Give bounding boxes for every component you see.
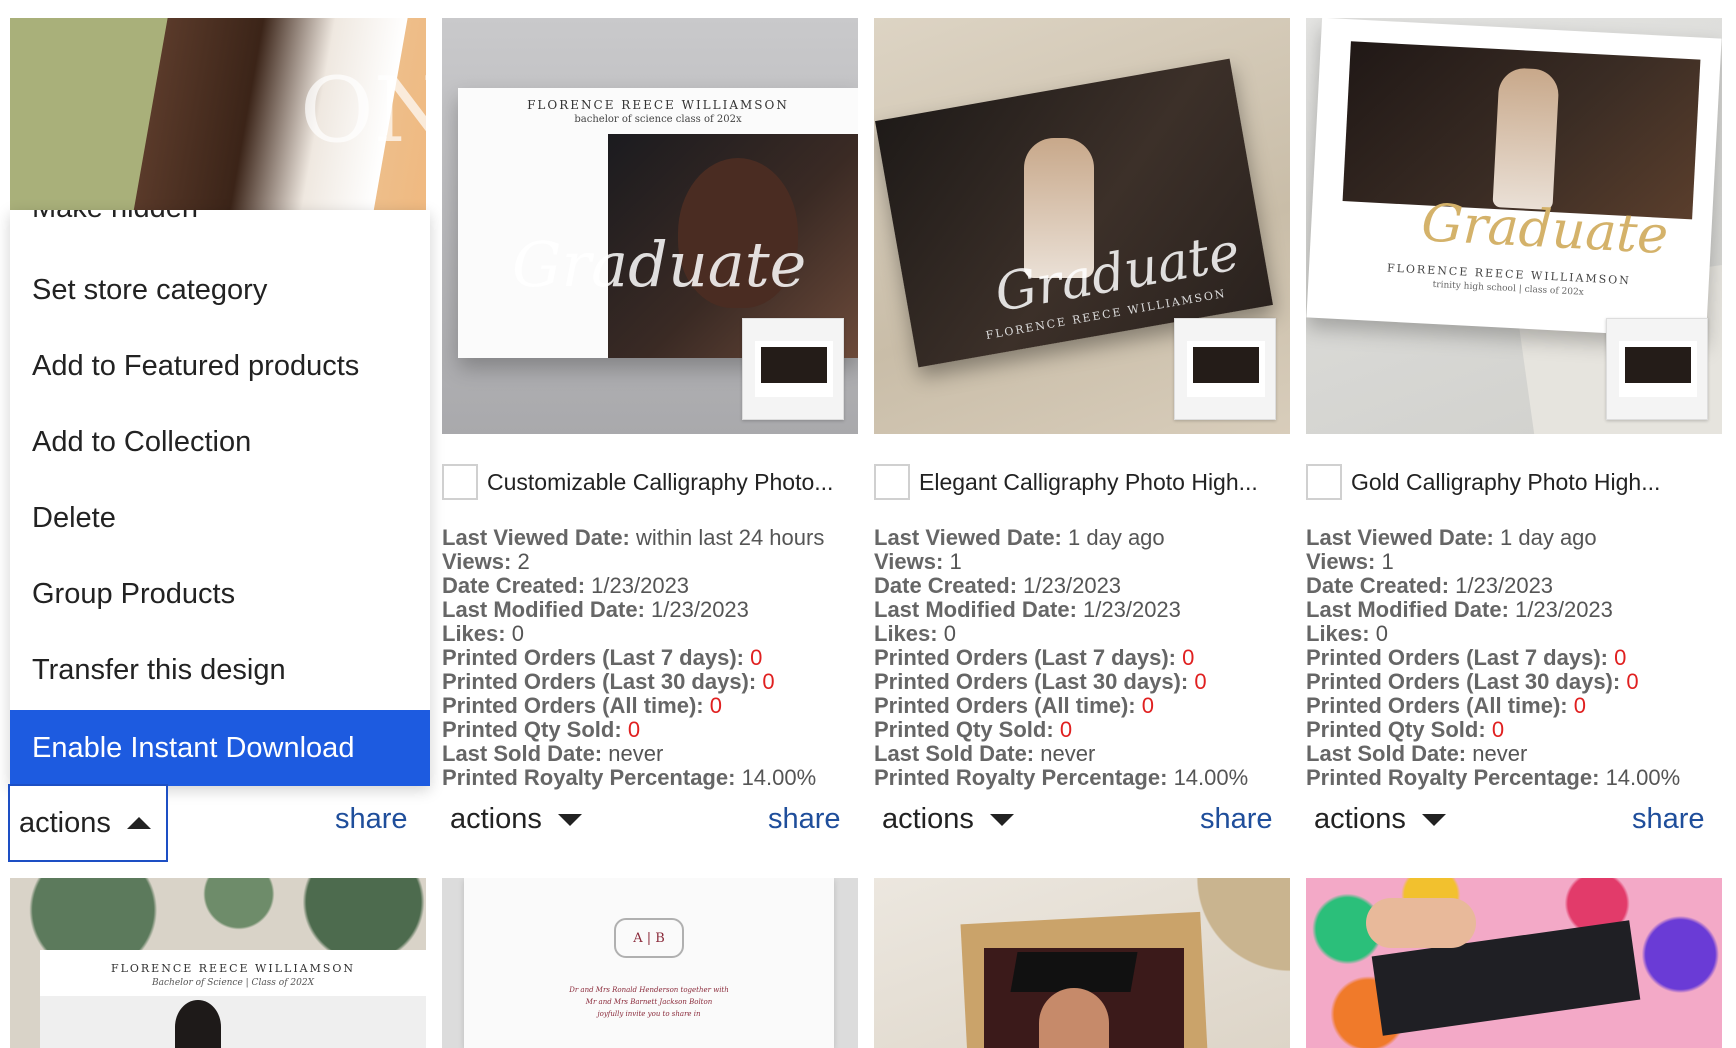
mini-preview [1174,318,1276,420]
select-checkbox[interactable] [442,464,478,500]
product-title-row: Customizable Calligraphy Photo... [442,464,858,500]
select-checkbox[interactable] [874,464,910,500]
product-title[interactable]: Customizable Calligraphy Photo... [487,469,857,496]
mini-preview [1606,318,1708,420]
invite-line-2: Mr and Mrs Barnett Jackson Bolton [585,998,713,1006]
card-sub-text: Bachelor of Science | Class of 202X [152,978,314,988]
menu-item-delete[interactable]: Delete [10,480,430,556]
product-title[interactable]: Elegant Calligraphy Photo High... [919,469,1289,496]
card-name-text: FLORENCE REECE WILLIAMSON [110,962,356,975]
actions-button-open[interactable]: actions [8,784,168,862]
menu-item-set-store-category[interactable]: Set store category [10,252,430,328]
product-card-2: Graduate FLORENCE REECE WILLIAMSON Elega… [874,18,1290,878]
product-thumbnail-3[interactable]: Graduate FLORENCE REECE WILLIAMSON trini… [1306,18,1722,434]
card-name-text: FLORENCE REECE WILLIAMSON [527,98,789,112]
card-sub-text: bachelor of science class of 202x [574,114,742,125]
product-stats: Last Viewed Date: within last 24 hours V… [442,525,825,790]
caret-down-icon [1421,813,1446,826]
thumb-overlay-text: ON [300,58,426,163]
caret-up-icon [126,817,151,829]
caret-down-icon [989,813,1014,826]
product-thumbnail-2[interactable]: Graduate FLORENCE REECE WILLIAMSON [874,18,1290,434]
select-checkbox[interactable] [1306,464,1342,500]
mini-preview [742,318,844,420]
invite-line-3: joyfully invite you to share in [597,1010,701,1018]
product-title-row: Elegant Calligraphy Photo High... [874,464,1290,500]
actions-label: actions [19,806,111,839]
product-thumbnail-6[interactable] [874,878,1290,1048]
actions-button[interactable]: actions [1314,803,1446,836]
share-link[interactable]: share [335,803,408,836]
product-card-3: Graduate FLORENCE REECE WILLIAMSON trini… [1306,18,1722,878]
product-thumbnail-4[interactable]: FLORENCE REECE WILLIAMSON Bachelor of Sc… [10,878,426,1048]
caret-down-icon [557,813,582,826]
menu-item-group-products[interactable]: Group Products [10,556,430,632]
product-thumbnail-0[interactable]: ON [10,18,426,218]
actions-button[interactable]: actions [450,803,582,836]
actions-dropdown-menu: Make hidden Set store category Add to Fe… [10,210,430,786]
product-title[interactable]: Gold Calligraphy Photo High... [1351,469,1721,496]
menu-item-make-hidden[interactable]: Make hidden [10,210,430,246]
share-link[interactable]: share [1632,803,1705,836]
monogram: A | B [614,918,684,958]
menu-item-transfer-design[interactable]: Transfer this design [10,632,430,708]
product-stats: Last Viewed Date: 1 day ago Views: 1 Dat… [874,525,1249,790]
share-link[interactable]: share [768,803,841,836]
product-thumbnail-1[interactable]: FLORENCE REECE WILLIAMSON bachelor of sc… [442,18,858,434]
product-thumbnail-7[interactable] [1306,878,1722,1048]
product-stats: Last Viewed Date: 1 day ago Views: 1 Dat… [1306,525,1681,790]
product-title-row: Gold Calligraphy Photo High... [1306,464,1722,500]
menu-item-add-to-collection[interactable]: Add to Collection [10,404,430,480]
share-link[interactable]: share [1200,803,1273,836]
product-card-1: FLORENCE REECE WILLIAMSON bachelor of sc… [442,18,858,878]
product-thumbnail-5[interactable]: A | B Dr and Mrs Ronald Henderson togeth… [442,878,858,1048]
actions-button[interactable]: actions [882,803,1014,836]
menu-item-enable-instant-download[interactable]: Enable Instant Download [10,710,430,786]
card-script-text: Graduate [512,228,807,301]
menu-item-add-to-featured[interactable]: Add to Featured products [10,328,430,404]
invite-line-1: Dr and Mrs Ronald Henderson together wit… [569,986,729,994]
card-script-text: Graduate [1419,193,1670,267]
